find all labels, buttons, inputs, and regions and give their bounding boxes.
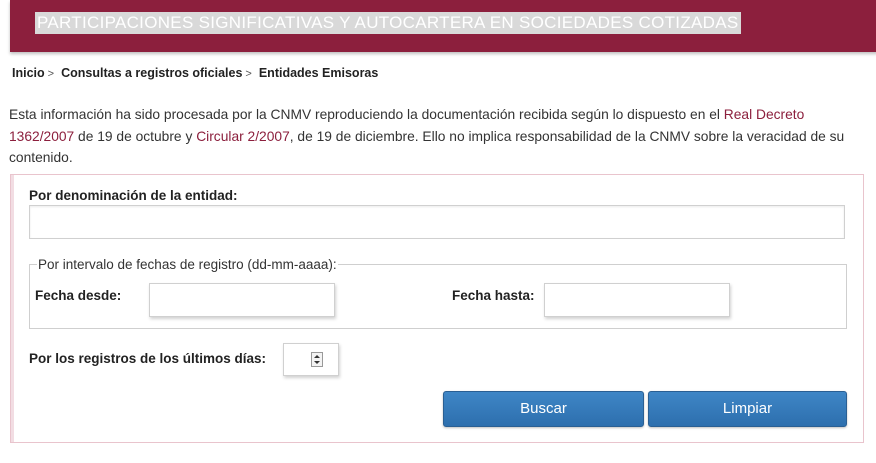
breadcrumb: Inicio > Consultas a registros oficiales > E…	[12, 66, 378, 80]
search-button[interactable]: Buscar	[443, 391, 644, 427]
entity-name-input[interactable]	[29, 205, 845, 239]
page-title: PARTICIPACIONES SIGNIFICATIVAS Y AUTOCAR…	[35, 12, 741, 34]
entity-name-label: Por denominación de la entidad:	[29, 188, 238, 203]
date-to-input[interactable]	[544, 283, 730, 317]
intro-text-part-1: Esta información ha sido procesada por l…	[9, 107, 724, 122]
spinner-up-icon[interactable]	[314, 355, 320, 358]
circular-link[interactable]: Circular 2/2007	[196, 129, 290, 144]
last-days-label: Por los registros de los últimos días:	[29, 351, 267, 366]
date-from-label: Fecha desde:	[35, 288, 122, 303]
breadcrumb-separator: >	[47, 68, 55, 80]
breadcrumb-home-link[interactable]: Inicio	[12, 66, 45, 80]
search-form-panel: Por denominación de la entidad: Por inte…	[10, 174, 864, 443]
breadcrumb-current: Entidades Emisoras	[258, 66, 379, 80]
date-from-input[interactable]	[149, 283, 335, 317]
last-days-input[interactable]	[283, 343, 339, 376]
spinner-down-icon[interactable]	[314, 361, 320, 364]
number-spinner[interactable]	[311, 352, 323, 367]
date-to-label: Fecha hasta:	[452, 288, 535, 303]
breadcrumb-official-registers-link[interactable]: Consultas a registros oficiales	[61, 66, 242, 80]
intro-text: Esta información ha sido procesada por l…	[9, 104, 864, 169]
date-range-legend: Por intervalo de fechas de registro (dd-…	[38, 257, 337, 272]
breadcrumb-separator: >	[245, 68, 252, 80]
clear-button[interactable]: Limpiar	[648, 391, 847, 427]
header-banner: PARTICIPACIONES SIGNIFICATIVAS Y AUTOCAR…	[10, 0, 876, 52]
intro-text-part-2: de 19 de octubre y	[74, 128, 197, 144]
